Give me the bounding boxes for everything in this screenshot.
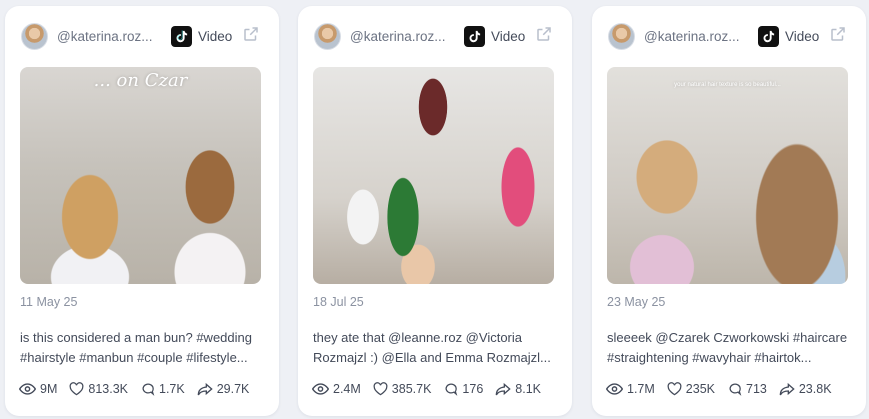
shares-stat: 23.8K	[779, 382, 832, 396]
likes-stat: 813.3K	[69, 382, 128, 396]
likes-stat: 385.7K	[373, 382, 432, 396]
share-icon	[495, 382, 511, 396]
post-caption: they ate that @leanne.roz @Victoria Rozm…	[313, 330, 551, 365]
heart-icon	[373, 382, 388, 396]
post-caption: is this considered a man bun? #wedding #…	[20, 330, 252, 365]
views-count: 9M	[40, 382, 58, 396]
creator-handle[interactable]: @katerina.roz...	[350, 29, 450, 44]
engagement-stats: 1.7M 235K 713 23.8K	[606, 380, 856, 398]
thumbnail-overlay-text: your natural hair texture is so beautifu…	[674, 82, 781, 88]
comment-icon	[445, 383, 458, 396]
views-stat: 1.7M	[606, 382, 655, 396]
external-link-icon[interactable]	[535, 25, 553, 48]
content-type-label: Video	[491, 28, 526, 44]
creator-handle[interactable]: @katerina.roz...	[57, 29, 157, 44]
post-date: 11 May 25	[20, 295, 78, 309]
video-thumbnail[interactable]: ... on Czar	[20, 67, 261, 284]
heart-icon	[69, 382, 84, 396]
content-type-label: Video	[198, 28, 233, 44]
post-caption: sleeeek @Czarek Czworkowski #haircare #s…	[607, 330, 848, 365]
likes-count: 385.7K	[391, 382, 432, 396]
likes-stat: 235K	[667, 382, 715, 396]
avatar[interactable]	[21, 22, 48, 50]
post-date: 18 Jul 25	[313, 295, 364, 309]
comments-count: 176	[462, 382, 484, 396]
shares-count: 29.7K	[216, 382, 250, 396]
post-card[interactable]: @katerina.roz... Video 18 Jul 25 they at…	[298, 6, 572, 416]
shares-count: 23.8K	[798, 382, 832, 396]
creator-handle[interactable]: @katerina.roz...	[644, 29, 744, 44]
comment-icon	[729, 383, 742, 396]
content-type-label: Video	[785, 28, 820, 44]
comments-count: 1.7K	[159, 382, 185, 396]
tiktok-logo-icon	[758, 25, 779, 47]
card-header: @katerina.roz... Video	[608, 22, 852, 50]
post-card[interactable]: @katerina.roz... Video your natural hair…	[592, 6, 866, 416]
post-card[interactable]: @katerina.roz... Video ... on Czar 11 Ma…	[5, 6, 279, 416]
eye-icon	[312, 383, 329, 395]
post-date: 23 May 25	[607, 295, 666, 309]
comments-stat: 176	[443, 382, 483, 396]
external-link-icon[interactable]	[829, 25, 847, 48]
eye-icon	[19, 383, 36, 395]
views-count: 2.4M	[333, 382, 361, 396]
tiktok-logo-icon	[171, 25, 192, 47]
card-header: @katerina.roz... Video	[21, 22, 265, 50]
video-thumbnail[interactable]	[313, 67, 554, 284]
comment-icon	[142, 383, 155, 396]
comments-stat: 713	[727, 382, 767, 396]
views-count: 1.7M	[627, 382, 655, 396]
comments-count: 713	[746, 382, 767, 396]
tiktok-logo-icon	[464, 25, 485, 47]
heart-icon	[667, 382, 682, 396]
avatar[interactable]	[608, 22, 635, 50]
likes-count: 813.3K	[88, 382, 128, 396]
engagement-stats: 2.4M 385.7K 176 8.1K	[312, 380, 562, 398]
avatar[interactable]	[314, 22, 341, 50]
shares-stat: 8.1K	[495, 382, 541, 396]
share-icon	[779, 382, 795, 396]
views-stat: 9M	[19, 382, 57, 396]
external-link-icon[interactable]	[242, 25, 260, 48]
thumbnail-overlay-text: ... on Czar	[93, 70, 188, 91]
comments-stat: 1.7K	[140, 382, 185, 396]
likes-count: 235K	[685, 382, 715, 396]
video-thumbnail[interactable]: your natural hair texture is so beautifu…	[607, 67, 848, 284]
views-stat: 2.4M	[312, 382, 361, 396]
eye-icon	[606, 383, 623, 395]
shares-stat: 29.7K	[197, 382, 250, 396]
shares-count: 8.1K	[515, 382, 541, 396]
engagement-stats: 9M 813.3K 1.7K 29.7K	[19, 380, 269, 398]
share-icon	[197, 382, 213, 396]
card-header: @katerina.roz... Video	[314, 22, 558, 50]
